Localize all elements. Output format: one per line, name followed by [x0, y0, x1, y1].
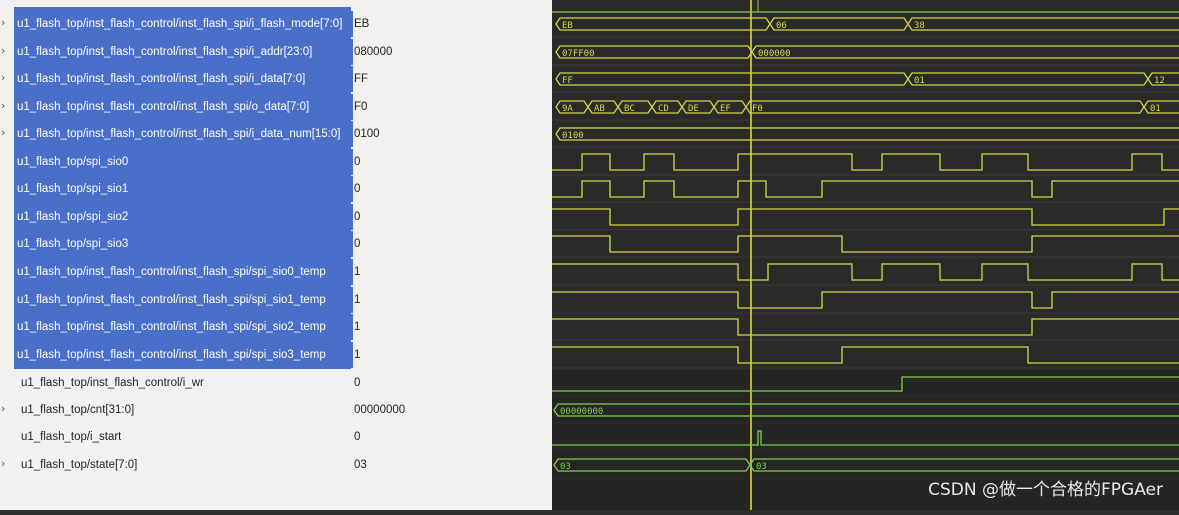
signal-value: 1	[354, 349, 361, 361]
chevron-right-icon[interactable]: ›	[1, 126, 5, 139]
signal-name[interactable]: u1_flash_top/spi_sio0	[14, 149, 353, 175]
signal-value: 03	[354, 459, 367, 471]
bus-label: 01	[1150, 104, 1161, 114]
digital-trace	[552, 263, 1179, 281]
digital-trace	[552, 153, 1179, 171]
bus-segment	[555, 72, 909, 86]
bus-label: 07FF00	[562, 49, 595, 59]
digital-trace	[552, 318, 1179, 336]
signal-name[interactable]: u1_flash_top/inst_flash_control/inst_fla…	[14, 121, 353, 147]
bus-label: EF	[720, 104, 731, 114]
bus-label: 03	[756, 462, 767, 472]
digital-trace	[552, 208, 1179, 226]
bus-segment	[745, 100, 1145, 114]
signal-value: 1	[354, 294, 361, 306]
signal-value: 0100	[354, 128, 380, 140]
chevron-right-icon[interactable]: ›	[1, 44, 5, 57]
signal-value: 0	[354, 156, 361, 168]
digital-trace	[552, 291, 1179, 309]
bus-label: 38	[914, 21, 925, 31]
bus-label: BC	[624, 104, 635, 114]
bus-label: CD	[658, 104, 669, 114]
signal-name[interactable]: u1_flash_top/inst_flash_control/inst_fla…	[14, 314, 353, 340]
signal-value: 080000	[354, 46, 393, 58]
signal-name[interactable]: u1_flash_top/state[7:0]	[18, 452, 137, 478]
signal-value: 1	[354, 321, 361, 333]
digital-trace	[552, 180, 1179, 198]
signal-name[interactable]: u1_flash_top/inst_flash_control/i_wr	[18, 370, 204, 396]
bus-label: 06	[776, 21, 787, 31]
chevron-right-icon[interactable]: ›	[1, 99, 5, 112]
chevron-right-icon[interactable]: ›	[1, 402, 5, 415]
signal-value: FF	[354, 73, 369, 85]
signal-name[interactable]: u1_flash_top/spi_sio3	[14, 231, 353, 257]
bus-label: AB	[594, 104, 605, 114]
bus-label: 9A	[562, 104, 573, 114]
signal-value: 0	[354, 431, 361, 443]
digital-trace	[552, 346, 1179, 364]
bus-label: 01	[914, 76, 925, 86]
signal-value: 0	[354, 183, 361, 195]
digital-trace	[552, 235, 1179, 253]
signal-name[interactable]: u1_flash_top/inst_flash_control/inst_fla…	[14, 94, 353, 120]
signal-value: 0	[354, 238, 361, 250]
bus-label: F0	[752, 104, 763, 114]
signal-value: EB	[354, 18, 370, 30]
bus-segment	[907, 72, 1149, 86]
signal-name[interactable]: u1_flash_top/spi_sio2	[14, 204, 353, 230]
bus-label: 00000000	[560, 407, 603, 417]
waveform-panel[interactable]: EB 06 38 07FF00 000000 FF 01 12 9A AB BC CD DE EF F0 01…	[552, 0, 1179, 510]
signal-name[interactable]: u1_flash_top/inst_flash_control/inst_fla…	[14, 287, 353, 313]
bus-label: FF	[562, 76, 573, 86]
signal-name[interactable]: u1_flash_top/cnt[31:0]	[18, 397, 134, 423]
bus-segment	[751, 45, 1179, 59]
bus-label: 0100	[562, 131, 584, 141]
signal-name[interactable]: u1_flash_top/i_start	[18, 424, 121, 450]
bus-segment	[555, 17, 771, 31]
chevron-right-icon[interactable]: ›	[1, 16, 5, 29]
signal-name[interactable]: u1_flash_top/spi_sio1	[14, 176, 353, 202]
signal-value: F0	[354, 101, 368, 113]
signal-name[interactable]: u1_flash_top/inst_flash_control/inst_fla…	[14, 66, 353, 92]
bus-label: 000000	[758, 49, 791, 59]
signal-name[interactable]: u1_flash_top/inst_flash_control/inst_fla…	[14, 39, 353, 65]
signal-name[interactable]: u1_flash_top/inst_flash_control/inst_fla…	[14, 11, 353, 37]
waveform-canvas[interactable]: EB 06 38 07FF00 000000 FF 01 12 9A AB BC CD DE EF F0 01…	[552, 0, 1179, 510]
bus-label: 12	[1154, 76, 1165, 86]
signal-name[interactable]: u1_flash_top/inst_flash_control/inst_fla…	[14, 342, 353, 368]
chevron-right-icon[interactable]: ›	[1, 457, 5, 470]
signal-value: 1	[354, 266, 361, 278]
signal-value: 00000000	[354, 404, 406, 416]
chevron-right-icon[interactable]: ›	[1, 71, 5, 84]
bus-segment	[769, 17, 909, 31]
signal-value: 0	[354, 377, 361, 389]
bus-label: 03	[560, 462, 571, 472]
signal-list-panel: › u1_flash_top/inst_flash_control/inst_fl…	[0, 0, 552, 510]
watermark: CSDN @做一个合格的FPGAer	[928, 480, 1163, 500]
bus-label: DE	[688, 104, 699, 114]
signal-value: 0	[354, 211, 361, 223]
signal-name[interactable]: u1_flash_top/inst_flash_control/inst_fla…	[14, 259, 353, 285]
bus-segment	[907, 17, 1179, 31]
bus-label: EB	[562, 21, 573, 31]
bus-segment	[555, 127, 1179, 141]
